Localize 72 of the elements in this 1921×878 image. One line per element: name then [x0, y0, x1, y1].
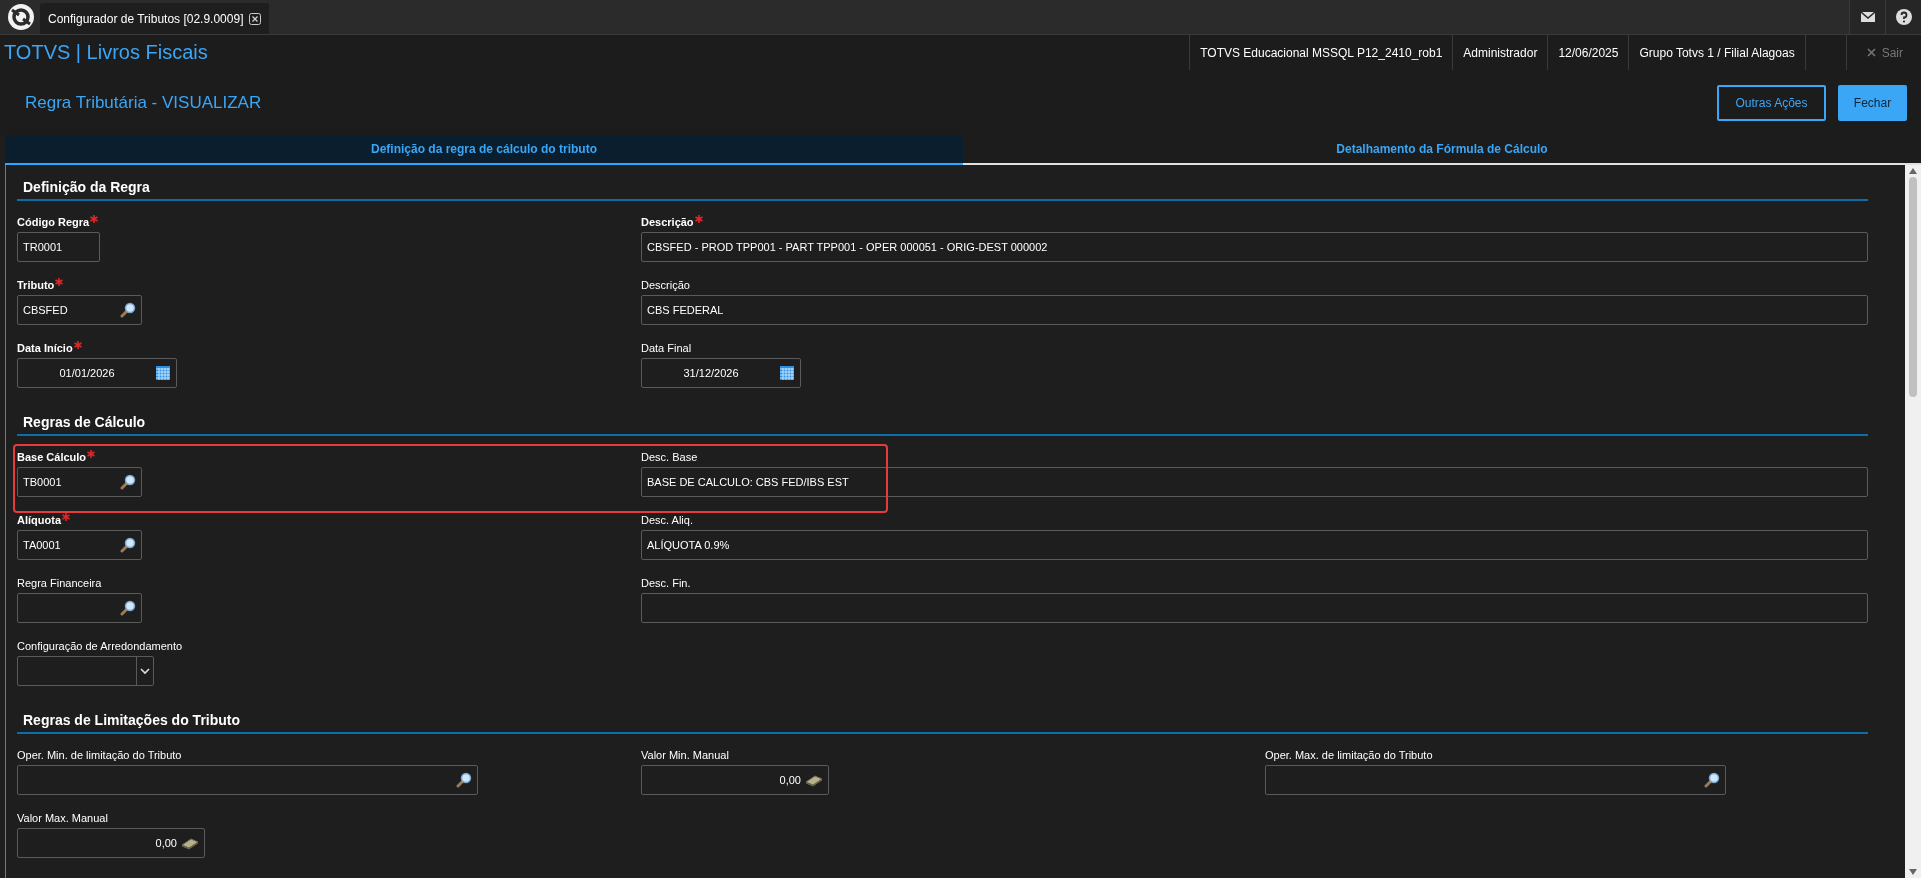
- section-title: Definição da Regra: [17, 173, 1868, 201]
- input-field[interactable]: [1265, 765, 1726, 795]
- field-label: Base Cálculo: [17, 450, 87, 464]
- field-label: Código Regra: [17, 215, 90, 229]
- date-field[interactable]: 01/01/2026: [17, 358, 177, 388]
- scrollbar[interactable]: [1905, 165, 1921, 878]
- field-label: Desc. Fin.: [641, 576, 691, 590]
- date-field[interactable]: 31/12/2026: [641, 358, 801, 388]
- field-label: Oper. Min. de limitação do Tributo: [17, 748, 182, 762]
- search-icon[interactable]: [120, 474, 136, 490]
- amount-field[interactable]: 0,00: [17, 828, 205, 858]
- field-label: Data Início: [17, 341, 73, 355]
- search-icon[interactable]: [120, 537, 136, 553]
- field-label: Valor Min. Manual: [641, 748, 729, 762]
- close-button[interactable]: Fechar: [1838, 84, 1907, 121]
- input-field[interactable]: TR0001: [17, 232, 100, 262]
- chevron-down-icon: [140, 667, 150, 675]
- help-button[interactable]: [1885, 0, 1921, 34]
- field-label: Alíquota: [17, 513, 61, 527]
- calendar-icon[interactable]: [779, 365, 795, 381]
- field-label: Data Final: [641, 341, 692, 355]
- mail-icon: [1860, 12, 1875, 22]
- required-icon: [90, 215, 99, 223]
- close-icon: [1866, 48, 1876, 57]
- money-icon: [805, 773, 823, 787]
- input-field[interactable]: ALÍQUOTA 0.9%: [641, 530, 1868, 560]
- section-title: Regras de Limitações do Tributo: [17, 706, 1868, 734]
- field-label: Valor Max. Manual: [17, 811, 108, 825]
- field-label: Desc. Aliq.: [641, 513, 693, 527]
- field-label: Oper. Max. de limitação do Tributo: [1265, 748, 1433, 762]
- field-label: Descrição: [641, 278, 690, 292]
- app-tab[interactable]: Configurador de Tributos [02.9.0009]: [40, 3, 270, 34]
- field-label: Tributo: [17, 278, 55, 292]
- input-field[interactable]: [17, 765, 478, 795]
- field-label: Regra Financeira: [17, 576, 102, 590]
- scroll-down-icon[interactable]: [1908, 868, 1918, 876]
- field-label: Descrição: [641, 215, 694, 229]
- input-field[interactable]: [641, 593, 1868, 623]
- input-field[interactable]: CBS FEDERAL: [641, 295, 1868, 325]
- calendar-icon[interactable]: [155, 365, 171, 381]
- search-icon[interactable]: [120, 600, 136, 616]
- input-field[interactable]: BASE DE CALCULO: CBS FED/IBS EST: [641, 467, 1868, 497]
- required-icon: [73, 341, 82, 349]
- required-icon: [87, 450, 96, 458]
- input-field[interactable]: TA0001: [17, 530, 142, 560]
- money-icon: [181, 836, 199, 850]
- required-icon: [62, 513, 70, 521]
- search-icon[interactable]: [1704, 772, 1720, 788]
- select-field[interactable]: [17, 656, 154, 686]
- close-icon[interactable]: [249, 12, 262, 25]
- field-label: Desc. Base: [641, 450, 698, 464]
- help-icon: [1895, 9, 1912, 25]
- input-field[interactable]: CBSFED - PROD TPP001 - PART TPP001 - OPER 000051 - ORIG-DEST 000002: [641, 232, 1868, 262]
- actions-button[interactable]: Outras Ações: [1717, 84, 1826, 121]
- section-title: Regras de Cálculo: [17, 408, 1868, 436]
- input-field[interactable]: CBSFED: [17, 295, 142, 325]
- logo-icon[interactable]: [6, 2, 36, 32]
- field-label: Configuração de Arredondamento: [17, 639, 183, 653]
- required-icon: [55, 278, 64, 286]
- page-title: Regra Tributária - VISUALIZAR: [25, 92, 263, 113]
- input-field[interactable]: [17, 593, 142, 623]
- tab[interactable]: Detalhamento da Fórmula de Cálculo: [963, 135, 1921, 165]
- app-title: TOTVS | Livros Fiscais: [3, 41, 208, 64]
- search-icon[interactable]: [120, 302, 136, 318]
- mail-button[interactable]: [1849, 0, 1885, 34]
- scroll-thumb[interactable]: [1909, 177, 1917, 397]
- scroll-up-icon[interactable]: [1908, 167, 1918, 175]
- required-icon: [694, 215, 703, 223]
- search-icon[interactable]: [456, 772, 472, 788]
- amount-field[interactable]: 0,00: [641, 765, 829, 795]
- tab[interactable]: Definição da regra de cálculo do tributo: [5, 135, 963, 165]
- input-field[interactable]: TB0001: [17, 467, 142, 497]
